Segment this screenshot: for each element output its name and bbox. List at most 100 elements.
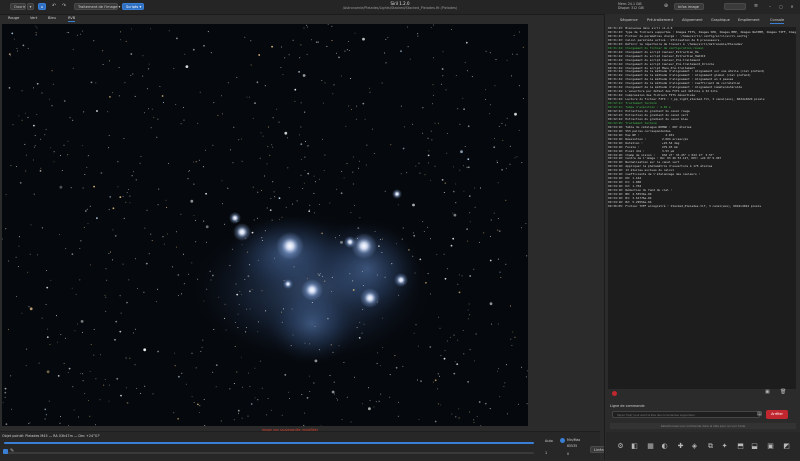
star — [362, 102, 365, 105]
star — [350, 108, 352, 110]
record-icon[interactable] — [612, 391, 617, 396]
star — [441, 179, 444, 181]
star — [505, 167, 507, 169]
star — [13, 38, 15, 40]
star — [181, 372, 183, 374]
zoom-icon[interactable]: ⊕ — [662, 3, 670, 10]
star — [340, 192, 343, 195]
recent-files-button[interactable]: ▾ — [27, 3, 34, 10]
star — [12, 124, 14, 126]
tool-icon-8[interactable]: ✦ — [720, 442, 729, 451]
star — [352, 183, 354, 185]
tool-icon-6[interactable]: ◈ — [690, 442, 699, 451]
tab-green[interactable]: Vert — [30, 16, 37, 20]
star — [144, 385, 146, 387]
star — [217, 114, 219, 116]
min-slider[interactable] — [4, 452, 534, 454]
tool-icon-7[interactable]: ⧉ — [706, 442, 715, 451]
help-icon[interactable]: ▤ — [757, 411, 762, 417]
star — [188, 171, 190, 172]
tab-blue[interactable]: Bleu — [48, 16, 56, 20]
star — [514, 336, 516, 338]
star — [506, 413, 508, 415]
tab-preprocessing[interactable]: Pré-traitement — [647, 18, 673, 22]
star — [278, 121, 280, 123]
star — [99, 399, 101, 401]
minimize-icon[interactable]: – — [766, 3, 774, 10]
star — [428, 150, 430, 152]
star — [313, 382, 315, 384]
star — [38, 362, 40, 364]
tab-red[interactable]: Rouge — [8, 16, 19, 20]
minmax-radio[interactable] — [560, 438, 565, 443]
undo-icon[interactable]: ↶ — [50, 3, 58, 10]
tool-icon-4[interactable]: ◐ — [660, 442, 669, 451]
home-icon[interactable]: ⌂ — [38, 3, 46, 10]
image-processing-menu[interactable]: Traitement de l'image ▾ — [74, 3, 120, 10]
star — [352, 156, 354, 158]
clear-log-icon[interactable]: 🗑 — [780, 389, 786, 395]
star — [469, 275, 472, 277]
star — [497, 229, 499, 231]
scripts-menu[interactable]: Scripts ▾ — [122, 3, 144, 10]
star — [324, 280, 326, 282]
star — [526, 403, 528, 405]
save-log-icon[interactable]: ▣ — [765, 389, 770, 395]
tab-console[interactable]: Console — [770, 18, 785, 24]
tab-stacking[interactable]: Empilement — [738, 18, 760, 22]
console-log[interactable]: 09:31:43: Bienvenue dans siril v1.2.0 09:… — [608, 27, 796, 389]
star — [195, 241, 197, 243]
star — [4, 387, 7, 390]
tool-icon-9[interactable]: ⬒ — [736, 442, 745, 451]
tool-icon-3[interactable]: ▦ — [646, 442, 655, 451]
image-info-button[interactable]: Infos image — [674, 3, 704, 10]
star — [166, 233, 168, 235]
close-icon[interactable]: ✕ — [788, 3, 796, 10]
tool-icon-10[interactable]: ⬓ — [750, 442, 759, 451]
star — [380, 365, 381, 367]
redo-icon[interactable]: ↷ — [60, 3, 68, 10]
star — [513, 34, 515, 36]
maximize-icon[interactable]: ▢ — [777, 3, 785, 10]
star — [401, 238, 403, 240]
star — [327, 317, 329, 320]
star — [157, 350, 160, 353]
star — [145, 262, 148, 265]
star — [444, 182, 447, 185]
star — [104, 379, 106, 380]
star — [288, 398, 290, 399]
command-input[interactable] — [612, 411, 760, 418]
star — [156, 136, 158, 138]
star — [260, 360, 262, 362]
star — [150, 233, 152, 235]
max-slider[interactable] — [4, 442, 534, 444]
star — [100, 172, 103, 174]
tool-icon-2[interactable]: ◧ — [630, 442, 639, 451]
open-button[interactable]: Ouvrir — [10, 3, 26, 10]
tab-rgb[interactable]: RVB — [68, 16, 76, 22]
tab-sequence[interactable]: Séquence — [620, 18, 638, 22]
star — [356, 105, 358, 107]
stop-button[interactable]: Arrêter — [766, 410, 788, 419]
star — [259, 157, 261, 159]
star — [95, 424, 96, 426]
display-mode-button[interactable] — [724, 3, 746, 10]
star — [135, 387, 137, 389]
star — [125, 201, 127, 203]
tab-plot[interactable]: Graphique — [711, 18, 730, 22]
tool-icon-1[interactable]: ⚙ — [616, 442, 625, 451]
pencil-icon[interactable]: ✎ — [10, 448, 14, 454]
star — [139, 392, 141, 394]
tab-registration[interactable]: Alignement — [682, 18, 703, 22]
image-viewer[interactable] — [2, 24, 528, 426]
tool-icon-5[interactable]: ✚ — [676, 442, 685, 451]
menu-icon[interactable]: ≡ — [752, 3, 760, 10]
tool-icon-11[interactable]: ▣ — [766, 442, 775, 451]
star — [462, 330, 464, 331]
star — [457, 108, 459, 110]
star — [144, 227, 146, 229]
star — [467, 125, 470, 128]
star — [193, 401, 195, 403]
checkbox-icon[interactable] — [3, 449, 8, 454]
tool-icon-12[interactable]: ◩ — [782, 442, 791, 451]
